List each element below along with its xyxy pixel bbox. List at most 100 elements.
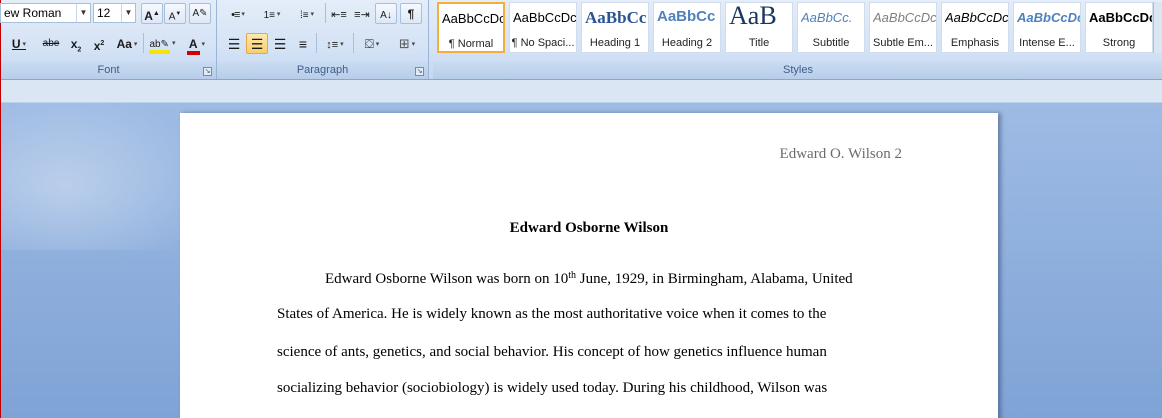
subscript-button[interactable]: x2 (66, 33, 86, 54)
style-name: Heading 2 (661, 37, 713, 49)
paragraph-group: •≡ ▾ 1≡ ▾ ⁞≡ ▾ ⇤≡ ≡⇥ A↓ ¶ ☰ ☰ ☰ ≡ ↕≡ ▾ ⛋… (217, 0, 429, 79)
sort-icon: A↓ (380, 10, 392, 21)
paragraph-dialog-launcher-icon[interactable]: ↘ (415, 67, 424, 76)
body-text: June, 1929, in Birmingham, Alabama, Unit… (576, 271, 853, 287)
style-preview: AaBbCc (585, 8, 647, 27)
style-name: Subtitle (812, 37, 850, 49)
document-title: Edward Osborne Wilson (509, 220, 669, 236)
style-subtitle[interactable]: AaBbCc. Subtitle (797, 2, 865, 53)
justify-button[interactable]: ≡ (292, 33, 314, 54)
styles-group: AaBbCcDc ¶ Normal AaBbCcDc ¶ No Spaci...… (433, 0, 1162, 79)
grow-font-icon: A (144, 9, 153, 23)
style-preview: AaBbCcDc (513, 10, 576, 25)
body-line-3: science of ants, genetics, and social be… (277, 344, 827, 360)
bullets-button[interactable]: •≡ ▾ (223, 3, 253, 24)
superscript-icon: x2 (93, 39, 105, 53)
paragraph-group-label: Paragraph (217, 62, 428, 79)
font-color-button[interactable]: A ▾ (181, 33, 211, 55)
separator (143, 33, 144, 53)
body-line-1: Edward Osborne Wilson was born on 10th J… (277, 270, 893, 288)
borders-icon: ⊞ (398, 36, 410, 51)
highlighter-icon: ab✎ (148, 38, 171, 54)
style-preview: AaBbCc. (801, 10, 853, 25)
show-formatting-button[interactable]: ¶ (400, 3, 422, 24)
font-color-icon: A (186, 37, 200, 55)
shading-button[interactable]: ⛋ ▾ (356, 33, 388, 54)
subscript-icon: x2 (70, 37, 82, 54)
chevron-down-icon[interactable]: ▼ (121, 4, 135, 22)
style-preview: AaBbCcDc (1017, 10, 1080, 25)
grow-font-button[interactable]: A▲ (141, 3, 163, 24)
body-line-4: socializing behavior (sociobiology) is w… (277, 380, 828, 396)
increase-indent-icon: ≡⇥ (354, 9, 370, 21)
shrink-font-button[interactable]: A▼ (164, 3, 186, 24)
style-name: ¶ No Spaci... (511, 37, 575, 49)
separator (353, 33, 354, 53)
style-name: Subtle Em... (873, 37, 933, 49)
font-size-box[interactable]: 12 ▼ (93, 3, 136, 23)
align-right-icon: ☰ (273, 36, 287, 52)
underline-button[interactable]: U ▾ (7, 33, 31, 54)
style-preview: AaBbCcDc (873, 10, 936, 25)
font-group-label: Font (1, 62, 216, 79)
separator (316, 33, 317, 53)
align-left-icon: ☰ (227, 36, 241, 52)
body-text: Edward Osborne Wilson was born on 10 (325, 271, 569, 287)
align-left-button[interactable]: ☰ (223, 33, 245, 54)
styles-gallery-scrollbar[interactable] (1153, 2, 1162, 53)
superscript-button[interactable]: x2 (89, 33, 109, 54)
multilevel-list-icon: ⁞≡ (299, 10, 309, 21)
strikethrough-button[interactable]: abe (39, 33, 63, 54)
style-name: Title (748, 37, 770, 49)
style-heading-2[interactable]: AaBbCc Heading 2 (653, 2, 721, 53)
pilcrow-icon: ¶ (407, 7, 415, 21)
decrease-indent-button[interactable]: ⇤≡ (328, 3, 350, 24)
paint-bucket-icon: ⛋ (364, 37, 374, 51)
ordinal-suffix: th (568, 270, 577, 281)
clear-formatting-button[interactable]: A✎ (189, 3, 211, 24)
style-preview: AaBbCcDc (1089, 10, 1152, 25)
style-subtle-emphasis[interactable]: AaBbCcDc Subtle Em... (869, 2, 937, 53)
styles-group-label: Styles (433, 62, 1162, 79)
style-normal[interactable]: AaBbCcDc ¶ Normal (437, 2, 505, 53)
document-page[interactable]: Edward O. Wilson 2 Edward Osborne Wilson… (180, 113, 998, 418)
underline-icon: U (11, 37, 21, 51)
highlight-button[interactable]: ab✎ ▾ (146, 33, 178, 54)
increase-indent-button[interactable]: ≡⇥ (351, 3, 373, 24)
strikethrough-icon: abe (42, 38, 60, 49)
numbering-button[interactable]: 1≡ ▾ (257, 3, 287, 24)
style-title[interactable]: AaB Title (725, 2, 793, 53)
style-name: ¶ Normal (448, 38, 494, 50)
change-case-icon: Aa (116, 37, 132, 51)
style-name: Strong (1102, 37, 1136, 49)
style-emphasis[interactable]: AaBbCcDc Emphasis (941, 2, 1009, 53)
style-no-spacing[interactable]: AaBbCcDc ¶ No Spaci... (509, 2, 577, 53)
style-preview: AaBbCcDc (442, 11, 503, 26)
line-spacing-button[interactable]: ↕≡ ▾ (319, 33, 351, 54)
line-spacing-icon: ↕≡ (326, 39, 339, 51)
font-group: ew Roman ▼ 12 ▼ A▲ A▼ A✎ U ▾ abe x2 x2 A… (0, 0, 217, 79)
justify-icon: ≡ (298, 36, 308, 52)
center-button[interactable]: ☰ (246, 33, 268, 54)
font-name-value: ew Roman (4, 6, 62, 20)
style-intense-emphasis[interactable]: AaBbCcDc Intense E... (1013, 2, 1081, 53)
font-name-box[interactable]: ew Roman ▼ (0, 3, 91, 23)
borders-button[interactable]: ⊞ ▾ (391, 33, 423, 54)
ribbon: ew Roman ▼ 12 ▼ A▲ A▼ A✎ U ▾ abe x2 x2 A… (0, 0, 1162, 80)
sort-button[interactable]: A↓ (375, 3, 397, 24)
align-center-icon: ☰ (250, 36, 264, 52)
decrease-indent-icon: ⇤≡ (331, 9, 347, 21)
style-preview: AaBbCcDc (945, 10, 1008, 25)
numbered-list-icon: 1≡ (263, 10, 275, 21)
change-case-button[interactable]: Aa ▾ (113, 33, 141, 54)
style-name: Emphasis (950, 37, 1000, 49)
style-heading-1[interactable]: AaBbCc Heading 1 (581, 2, 649, 53)
chevron-down-icon[interactable]: ▼ (76, 4, 90, 22)
page-header: Edward O. Wilson 2 (779, 146, 902, 162)
style-preview: AaB (729, 2, 777, 30)
style-preview: AaBbCc (657, 8, 716, 25)
align-right-button[interactable]: ☰ (269, 33, 291, 54)
style-strong[interactable]: AaBbCcDc Strong (1085, 2, 1153, 53)
font-dialog-launcher-icon[interactable]: ↘ (203, 67, 212, 76)
multilevel-list-button[interactable]: ⁞≡ ▾ (291, 3, 323, 24)
